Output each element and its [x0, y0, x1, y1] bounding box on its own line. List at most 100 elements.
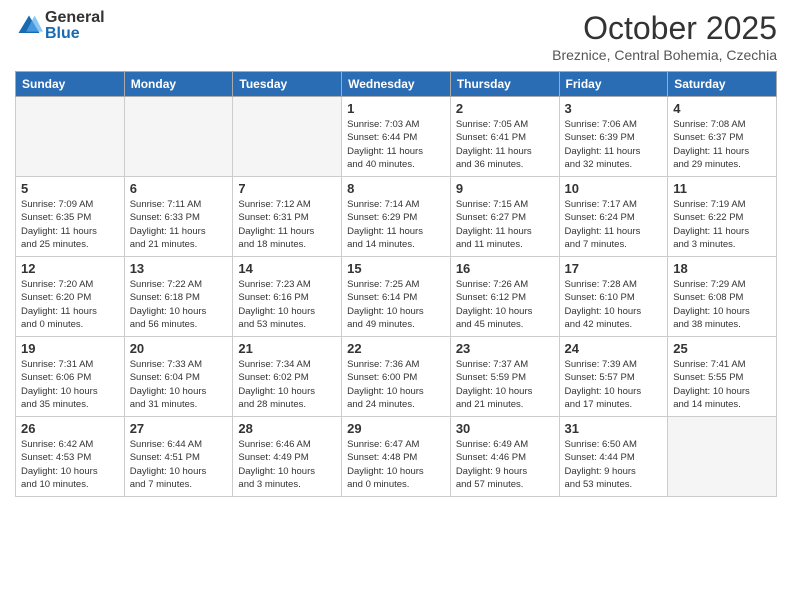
calendar-cell: 9 Sunrise: 7:15 AM Sunset: 6:27 PM Daylig… — [450, 177, 559, 257]
calendar-cell: 17 Sunrise: 7:28 AM Sunset: 6:10 PM Dayli… — [559, 257, 668, 337]
day-number: 17 — [565, 261, 663, 276]
day-info: Sunrise: 7:17 AM Sunset: 6:24 PM Dayligh… — [565, 198, 663, 251]
day-info: Sunrise: 7:22 AM Sunset: 6:18 PM Dayligh… — [130, 278, 228, 331]
day-number: 1 — [347, 101, 445, 116]
calendar-cell: 10Sunrise: 7:17 AM Sunset: 6:24 PM Dayli… — [559, 177, 668, 257]
day-number: 13 — [130, 261, 228, 276]
day-number: 7 — [238, 181, 336, 196]
day-number: 25 — [673, 341, 771, 356]
calendar-week-row: 19 Sunrise: 7:31 AM Sunset: 6:06 PM Dayli… — [16, 337, 777, 417]
day-info: Sunrise: 6:46 AM Sunset: 4:49 PM Dayligh… — [238, 438, 336, 491]
day-number: 21 — [238, 341, 336, 356]
calendar-cell: 22 Sunrise: 7:36 AM Sunset: 6:00 PM Dayli… — [342, 337, 451, 417]
day-info: Sunrise: 7:41 AM Sunset: 5:55 PM Dayligh… — [673, 358, 771, 411]
day-info: Sunrise: 7:06 AM Sunset: 6:39 PM Dayligh… — [565, 118, 663, 171]
logo-text: General Blue — [45, 10, 105, 42]
day-number: 30 — [456, 421, 554, 436]
day-header-monday: Monday — [124, 72, 233, 97]
day-info: Sunrise: 7:26 AM Sunset: 6:12 PM Dayligh… — [456, 278, 554, 331]
page: General Blue October 2025 Breznice, Cent… — [0, 0, 792, 612]
calendar-cell — [16, 97, 125, 177]
day-info: Sunrise: 7:03 AM Sunset: 6:44 PM Dayligh… — [347, 118, 445, 171]
calendar-cell: 13 Sunrise: 7:22 AM Sunset: 6:18 PM Dayli… — [124, 257, 233, 337]
calendar-cell — [668, 417, 777, 497]
day-info: Sunrise: 7:25 AM Sunset: 6:14 PM Dayligh… — [347, 278, 445, 331]
logo-icon — [15, 12, 43, 40]
day-info: Sunrise: 7:14 AM Sunset: 6:29 PM Dayligh… — [347, 198, 445, 251]
logo: General Blue — [15, 10, 105, 42]
calendar-cell: 20Sunrise: 7:33 AM Sunset: 6:04 PM Dayli… — [124, 337, 233, 417]
calendar-cell: 31Sunrise: 6:50 AM Sunset: 4:44 PM Dayli… — [559, 417, 668, 497]
day-info: Sunrise: 6:49 AM Sunset: 4:46 PM Dayligh… — [456, 438, 554, 491]
day-number: 18 — [673, 261, 771, 276]
day-info: Sunrise: 7:36 AM Sunset: 6:00 PM Dayligh… — [347, 358, 445, 411]
day-header-sunday: Sunday — [16, 72, 125, 97]
day-info: Sunrise: 7:37 AM Sunset: 5:59 PM Dayligh… — [456, 358, 554, 411]
day-info: Sunrise: 6:47 AM Sunset: 4:48 PM Dayligh… — [347, 438, 445, 491]
calendar-cell: 28 Sunrise: 6:46 AM Sunset: 4:49 PM Dayli… — [233, 417, 342, 497]
day-number: 8 — [347, 181, 445, 196]
calendar-cell: 3Sunrise: 7:06 AM Sunset: 6:39 PM Daylig… — [559, 97, 668, 177]
day-info: Sunrise: 7:12 AM Sunset: 6:31 PM Dayligh… — [238, 198, 336, 251]
day-header-tuesday: Tuesday — [233, 72, 342, 97]
day-info: Sunrise: 7:23 AM Sunset: 6:16 PM Dayligh… — [238, 278, 336, 331]
day-info: Sunrise: 7:31 AM Sunset: 6:06 PM Dayligh… — [21, 358, 119, 411]
day-number: 24 — [565, 341, 663, 356]
calendar-table: SundayMondayTuesdayWednesdayThursdayFrid… — [15, 71, 777, 497]
calendar-cell: 30 Sunrise: 6:49 AM Sunset: 4:46 PM Dayli… — [450, 417, 559, 497]
day-info: Sunrise: 7:08 AM Sunset: 6:37 PM Dayligh… — [673, 118, 771, 171]
calendar-cell: 26 Sunrise: 6:42 AM Sunset: 4:53 PM Dayli… — [16, 417, 125, 497]
day-header-saturday: Saturday — [668, 72, 777, 97]
calendar-cell: 21 Sunrise: 7:34 AM Sunset: 6:02 PM Dayli… — [233, 337, 342, 417]
day-number: 6 — [130, 181, 228, 196]
day-info: Sunrise: 6:42 AM Sunset: 4:53 PM Dayligh… — [21, 438, 119, 491]
day-info: Sunrise: 7:34 AM Sunset: 6:02 PM Dayligh… — [238, 358, 336, 411]
day-number: 22 — [347, 341, 445, 356]
day-header-friday: Friday — [559, 72, 668, 97]
month-title: October 2025 — [552, 10, 777, 47]
calendar-header-row: SundayMondayTuesdayWednesdayThursdayFrid… — [16, 72, 777, 97]
day-info: Sunrise: 7:15 AM Sunset: 6:27 PM Dayligh… — [456, 198, 554, 251]
day-number: 29 — [347, 421, 445, 436]
day-header-wednesday: Wednesday — [342, 72, 451, 97]
day-info: Sunrise: 7:39 AM Sunset: 5:57 PM Dayligh… — [565, 358, 663, 411]
day-number: 19 — [21, 341, 119, 356]
day-number: 12 — [21, 261, 119, 276]
calendar-cell: 16 Sunrise: 7:26 AM Sunset: 6:12 PM Dayli… — [450, 257, 559, 337]
calendar-cell: 18Sunrise: 7:29 AM Sunset: 6:08 PM Dayli… — [668, 257, 777, 337]
calendar-week-row: 5 Sunrise: 7:09 AM Sunset: 6:35 PM Daylig… — [16, 177, 777, 257]
title-section: October 2025 Breznice, Central Bohemia, … — [552, 10, 777, 63]
day-info: Sunrise: 7:19 AM Sunset: 6:22 PM Dayligh… — [673, 198, 771, 251]
calendar-cell: 6Sunrise: 7:11 AM Sunset: 6:33 PM Daylig… — [124, 177, 233, 257]
day-info: Sunrise: 6:44 AM Sunset: 4:51 PM Dayligh… — [130, 438, 228, 491]
calendar-cell: 7 Sunrise: 7:12 AM Sunset: 6:31 PM Daylig… — [233, 177, 342, 257]
calendar-cell: 24 Sunrise: 7:39 AM Sunset: 5:57 PM Dayli… — [559, 337, 668, 417]
calendar-cell: 29 Sunrise: 6:47 AM Sunset: 4:48 PM Dayli… — [342, 417, 451, 497]
calendar-week-row: 26 Sunrise: 6:42 AM Sunset: 4:53 PM Dayli… — [16, 417, 777, 497]
calendar-week-row: 1 Sunrise: 7:03 AM Sunset: 6:44 PM Daylig… — [16, 97, 777, 177]
day-number: 15 — [347, 261, 445, 276]
calendar-cell: 8 Sunrise: 7:14 AM Sunset: 6:29 PM Daylig… — [342, 177, 451, 257]
day-number: 20 — [130, 341, 228, 356]
day-number: 5 — [21, 181, 119, 196]
day-info: Sunrise: 7:09 AM Sunset: 6:35 PM Dayligh… — [21, 198, 119, 251]
day-number: 16 — [456, 261, 554, 276]
day-number: 9 — [456, 181, 554, 196]
logo-blue-text: Blue — [45, 26, 105, 42]
day-number: 2 — [456, 101, 554, 116]
calendar-cell: 15 Sunrise: 7:25 AM Sunset: 6:14 PM Dayli… — [342, 257, 451, 337]
calendar-cell: 4Sunrise: 7:08 AM Sunset: 6:37 PM Daylig… — [668, 97, 777, 177]
day-number: 27 — [130, 421, 228, 436]
calendar-cell: 5 Sunrise: 7:09 AM Sunset: 6:35 PM Daylig… — [16, 177, 125, 257]
calendar-cell: 1 Sunrise: 7:03 AM Sunset: 6:44 PM Daylig… — [342, 97, 451, 177]
day-number: 26 — [21, 421, 119, 436]
day-header-thursday: Thursday — [450, 72, 559, 97]
day-number: 28 — [238, 421, 336, 436]
calendar-cell: 25 Sunrise: 7:41 AM Sunset: 5:55 PM Dayli… — [668, 337, 777, 417]
location: Breznice, Central Bohemia, Czechia — [552, 47, 777, 63]
day-info: Sunrise: 7:28 AM Sunset: 6:10 PM Dayligh… — [565, 278, 663, 331]
day-number: 11 — [673, 181, 771, 196]
logo-general-text: General — [45, 10, 105, 26]
calendar-cell — [233, 97, 342, 177]
calendar-week-row: 12Sunrise: 7:20 AM Sunset: 6:20 PM Dayli… — [16, 257, 777, 337]
